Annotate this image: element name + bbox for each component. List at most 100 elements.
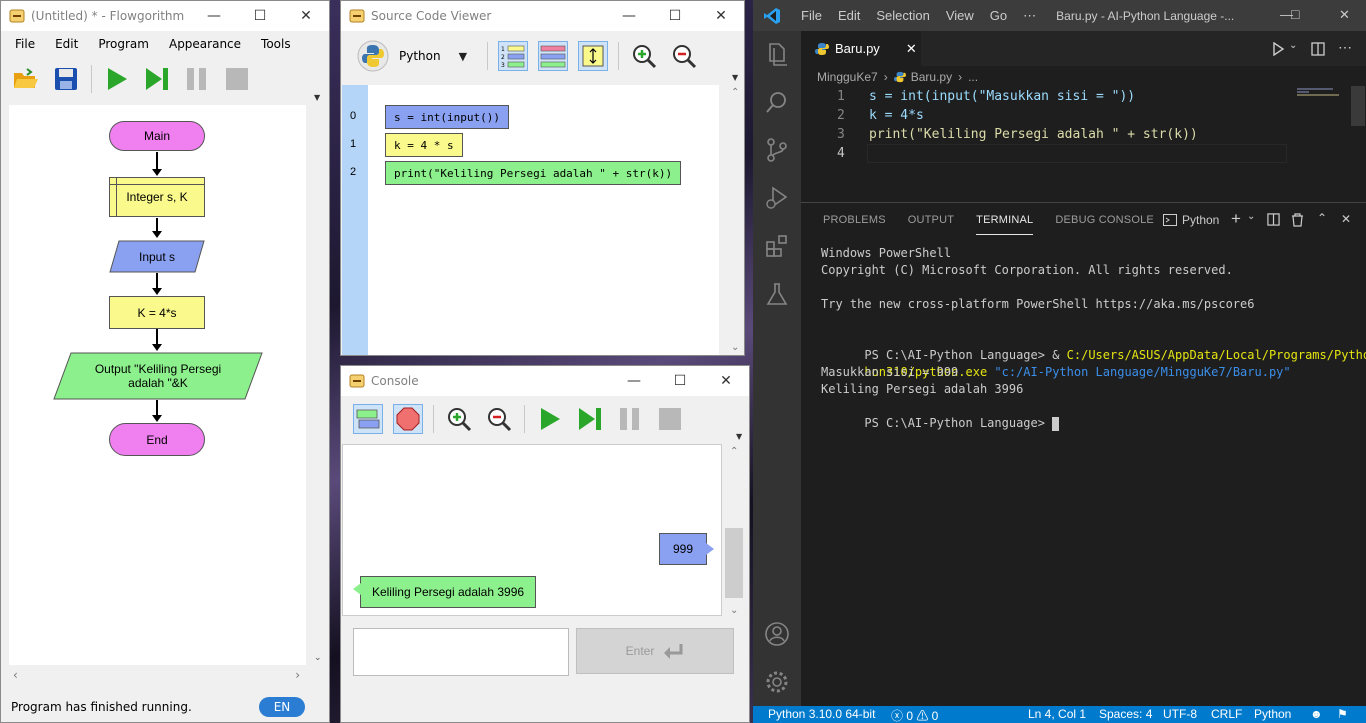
close-panel-icon[interactable]: ✕	[1341, 212, 1351, 226]
run-python-file-icon[interactable]	[1271, 42, 1285, 56]
step-button[interactable]	[142, 64, 172, 94]
code-editor[interactable]: 1 2 3 4 s = int(input("Masukkan sisi = "…	[801, 86, 1366, 198]
minimize-icon[interactable]: —	[191, 1, 237, 31]
run-button[interactable]	[102, 64, 132, 94]
scrollbar-thumb[interactable]	[725, 528, 743, 598]
scroll-up-arrow-icon[interactable]: ⌃	[731, 87, 739, 98]
flowchart-declare-block[interactable]: Integer s, K	[109, 177, 205, 217]
python-interpreter[interactable]: Python 3.10.0 64-bit	[768, 707, 875, 721]
tab-terminal[interactable]: TERMINAL	[976, 205, 1034, 235]
notifications-bell-icon[interactable]: ⚑	[1337, 707, 1348, 721]
split-terminal-icon[interactable]	[1267, 213, 1280, 226]
scroll-up-arrow-icon[interactable]: ⌃	[730, 446, 738, 457]
terminal-dropdown-icon[interactable]: ⌄	[1247, 211, 1255, 222]
console-output-area[interactable]: 999 Keliling Persegi adalah 3996	[342, 444, 722, 616]
maximize-icon[interactable]: ☐	[657, 366, 703, 396]
tab-debug-console[interactable]: DEBUG CONSOLE	[1055, 214, 1154, 226]
menu-file[interactable]: File	[793, 8, 830, 23]
testing-flask-icon[interactable]	[764, 281, 790, 307]
maximize-icon[interactable]: ☐	[652, 1, 698, 31]
feedback-icon[interactable]: ☻	[1310, 707, 1323, 721]
menu-go[interactable]: Go	[982, 8, 1015, 23]
tab-baru-py[interactable]: Baru.py ✕	[801, 31, 921, 66]
flowchart-end-terminal[interactable]: End	[109, 423, 205, 456]
step-button[interactable]	[575, 404, 605, 434]
editor-scrollbar[interactable]	[1351, 86, 1365, 126]
language-mode[interactable]: Python	[1254, 707, 1291, 721]
flowchart-main-terminal[interactable]: Main	[109, 121, 205, 151]
scroll-down-arrow-icon[interactable]: ▼	[732, 73, 738, 82]
menu-view[interactable]: View	[938, 8, 982, 23]
zoom-in-button[interactable]	[629, 41, 659, 71]
maximize-panel-icon[interactable]: ⌃	[1317, 211, 1327, 225]
restore-icon[interactable]: □	[1291, 6, 1299, 22]
source-control-icon[interactable]	[764, 137, 790, 163]
flowchart-assign-block[interactable]: K = 4*s	[109, 296, 205, 329]
scroll-right-arrow-icon[interactable]: ›	[295, 668, 300, 682]
run-debug-icon[interactable]	[764, 185, 790, 211]
maximize-icon[interactable]: ☐	[237, 1, 283, 31]
scroll-left-arrow-icon[interactable]: ‹	[13, 668, 18, 682]
menu-appearance[interactable]: Appearance	[159, 37, 251, 51]
scroll-down-arrow-icon[interactable]: ▼	[314, 93, 320, 102]
problems-count[interactable]: ⓧ 0 ⚠ 0	[891, 707, 938, 723]
flowchart-canvas[interactable]: Main Integer s, K Input s K = 4*s Output…	[9, 105, 306, 665]
menu-edit[interactable]: Edit	[830, 8, 868, 23]
line-numbers-button[interactable]: 123	[498, 41, 528, 71]
close-icon[interactable]: ✕	[283, 1, 329, 31]
menu-selection[interactable]: Selection	[868, 8, 937, 23]
stop-button[interactable]	[222, 64, 252, 94]
menu-program[interactable]: Program	[88, 37, 159, 51]
explorer-files-icon[interactable]	[764, 41, 790, 67]
more-actions-icon[interactable]: ⋯	[1338, 39, 1352, 56]
scroll-down-arrow-icon[interactable]: ▼	[736, 432, 742, 441]
stop-button[interactable]	[655, 404, 685, 434]
menu-file[interactable]: File	[5, 37, 45, 51]
language-badge[interactable]: EN	[259, 697, 305, 717]
vertical-scrollbar[interactable]: ▼ ⌄	[310, 91, 327, 665]
settings-gear-icon[interactable]	[764, 669, 790, 695]
minimize-icon[interactable]: —	[606, 1, 652, 31]
minimap[interactable]	[1297, 86, 1349, 198]
terminal-profile[interactable]: Python	[1182, 213, 1219, 227]
breadcrumb-more[interactable]: ...	[968, 70, 978, 84]
tab-output[interactable]: OUTPUT	[908, 214, 954, 226]
close-icon[interactable]: ✕	[1339, 7, 1350, 23]
pause-button[interactable]	[182, 64, 212, 94]
end-of-line[interactable]: CRLF	[1211, 707, 1242, 721]
vertical-scrollbar[interactable]: ▼ ⌃ ⌄	[723, 428, 745, 618]
scroll-down-arrow-icon[interactable]: ⌄	[314, 653, 322, 663]
stop-sign-button[interactable]	[393, 404, 423, 434]
cursor-position[interactable]: Ln 4, Col 1	[1028, 707, 1086, 721]
zoom-out-button[interactable]	[484, 404, 514, 434]
run-dropdown-icon[interactable]: ⌄	[1289, 40, 1297, 51]
language-selector[interactable]: Python ▼	[357, 40, 477, 72]
minimize-icon[interactable]: —	[611, 366, 657, 396]
save-button[interactable]	[51, 64, 81, 94]
horizontal-scrollbar[interactable]: ‹ ›	[9, 667, 306, 685]
code-line[interactable]: k = 4 * s	[385, 133, 463, 157]
extensions-icon[interactable]	[764, 233, 790, 259]
vertical-scrollbar[interactable]: ▼ ⌃ ⌄	[728, 71, 744, 355]
breadcrumb-file[interactable]: Baru.py	[911, 70, 952, 84]
menu-tools[interactable]: Tools	[251, 37, 301, 51]
console-input-field[interactable]	[353, 628, 569, 676]
zoom-in-button[interactable]	[444, 404, 474, 434]
enter-button[interactable]: Enter	[576, 628, 734, 674]
run-button[interactable]	[535, 404, 565, 434]
split-editor-icon[interactable]	[1311, 42, 1325, 56]
tab-close-icon[interactable]: ✕	[906, 41, 917, 57]
search-icon[interactable]	[764, 89, 790, 115]
encoding[interactable]: UTF-8	[1163, 707, 1197, 721]
tab-problems[interactable]: PROBLEMS	[823, 214, 886, 226]
pause-button[interactable]	[615, 404, 645, 434]
trash-icon[interactable]	[1291, 213, 1304, 227]
indentation[interactable]: Spaces: 4	[1099, 707, 1152, 721]
flowchart-output-block[interactable]: Output "Keliling Persegi adalah "&K	[53, 352, 263, 400]
new-terminal-icon[interactable]: +	[1231, 209, 1241, 229]
code-line[interactable]: s = int(input())	[385, 105, 509, 129]
open-button[interactable]	[11, 64, 41, 94]
close-icon[interactable]: ✕	[703, 366, 749, 396]
close-icon[interactable]: ✕	[698, 1, 744, 31]
code-area[interactable]: 0 s = int(input()) 1 k = 4 * s 2 print("Kelil…	[342, 85, 719, 355]
